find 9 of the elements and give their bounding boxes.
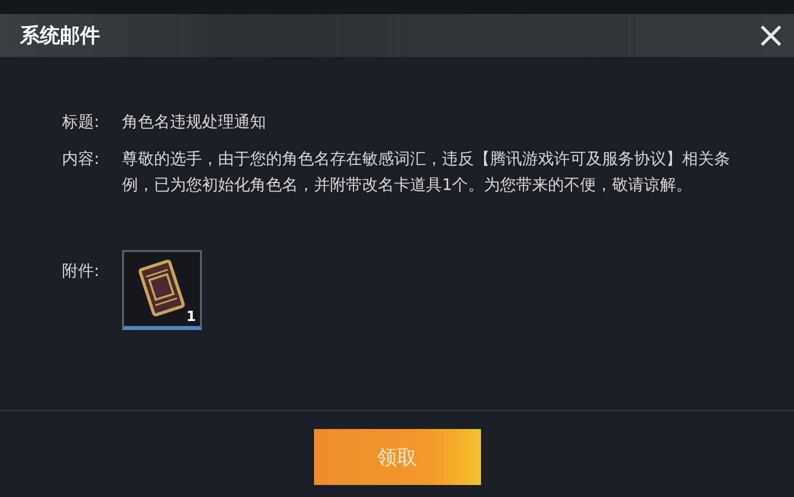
mail-subject: 角色名违规处理通知 — [122, 111, 266, 133]
attachment-slot[interactable]: 1 — [122, 250, 202, 330]
attachment-label: 附件: — [62, 260, 100, 282]
content-label: 内容: — [62, 148, 100, 170]
mail-content: 尊敬的选手，由于您的角色名存在敏感词汇，违反【腾讯游戏许可及服务协议】相关条例，已为您初始化角色名，并附带改名卡道具1个。为您带来的不便，敬请谅解。 — [122, 148, 731, 196]
item-count: 1 — [186, 308, 196, 326]
window-title: 系统邮件 — [20, 22, 100, 49]
subject-label: 标题: — [62, 111, 100, 133]
close-button[interactable]: × — [748, 18, 794, 54]
